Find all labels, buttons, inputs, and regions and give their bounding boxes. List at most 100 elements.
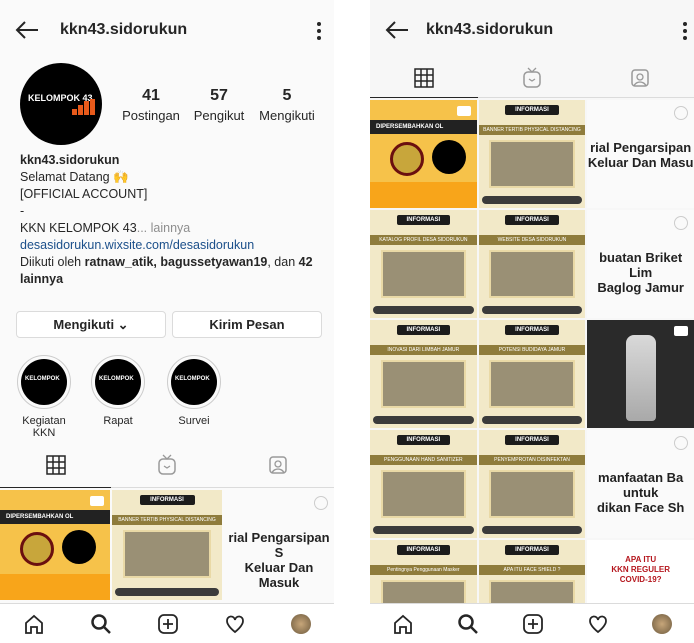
- post-info-header: INFORMASI: [396, 545, 450, 555]
- profile-screen-left: kkn43.sidorukun KELOMPOK 43 41 Postingan…: [0, 0, 334, 643]
- tv-icon: [523, 67, 541, 88]
- post-tile[interactable]: INFORMASI PENYEMPROTAN DISINFEKTAN: [478, 430, 586, 538]
- posts-label: Postingan: [122, 108, 180, 123]
- bottom-nav: [370, 603, 694, 643]
- post-footer-bar: [373, 526, 474, 534]
- bio-more-link[interactable]: ... lainnya: [137, 221, 191, 235]
- post-caption-text: rial Pengarsipan Keluar Dan Masu: [587, 140, 694, 170]
- post-footer-bar: [481, 526, 583, 534]
- post-tile[interactable]: INFORMASI BANNER TERTIB PHYSICAL DISTANCI…: [112, 490, 222, 600]
- stat-posts[interactable]: 41 Postingan: [120, 87, 182, 123]
- post-info-header: INFORMASI: [396, 435, 450, 445]
- post-tile[interactable]: DIPERSEMBAHKAN OL: [370, 100, 477, 208]
- following-button[interactable]: Mengikuti ⌄: [16, 311, 166, 338]
- post-photo: [489, 360, 575, 408]
- post-tile[interactable]: INFORMASI WEBSITE DESA SIDORUKUN: [478, 210, 586, 318]
- profile-avatar-small[interactable]: [652, 613, 673, 634]
- home-icon[interactable]: [392, 613, 414, 635]
- heart-icon[interactable]: [224, 613, 246, 635]
- highlight-ring: KELOMPOK: [91, 355, 145, 409]
- tab-grid[interactable]: [370, 58, 478, 98]
- username-title: kkn43.sidorukun: [60, 21, 188, 38]
- bio-website-link[interactable]: desasidorukun.wixsite.com/desasidorukun: [20, 237, 325, 254]
- tab-igtv[interactable]: [478, 58, 586, 97]
- post-tile[interactable]: INFORMASI INOVASI DARI LIMBAH JAMUR: [370, 320, 477, 428]
- post-photo: [489, 140, 575, 188]
- search-icon[interactable]: [457, 613, 479, 635]
- profile-avatar[interactable]: KELOMPOK 43: [20, 63, 102, 145]
- heart-icon[interactable]: [587, 613, 609, 635]
- add-post-icon[interactable]: [522, 613, 544, 635]
- post-tile[interactable]: INFORMASI KATALOG PROFIL DESA SIDORUKUN: [370, 210, 477, 318]
- post-tile[interactable]: INFORMASI POTENSI BUDIDAYA JAMUR: [478, 320, 586, 428]
- back-arrow-icon[interactable]: [14, 18, 40, 42]
- post-tile[interactable]: DIPERSEMBAHKAN OL: [0, 490, 110, 600]
- post-caption-text: rial Pengarsipan S Keluar Dan Masuk: [228, 530, 330, 590]
- post-info-header: INFORMASI: [396, 215, 450, 225]
- stat-following[interactable]: 5 Mengikuti: [256, 87, 318, 123]
- grid-icon: [414, 67, 434, 88]
- post-footer-bar: [373, 306, 474, 314]
- video-icon: [673, 216, 688, 230]
- post-tile[interactable]: rial Pengarsipan Keluar Dan Masu: [587, 100, 694, 208]
- highlight-kegiatan[interactable]: KELOMPOK Kegiatan KKN: [12, 355, 76, 439]
- search-icon[interactable]: [90, 613, 112, 635]
- profile-avatar-small[interactable]: [291, 613, 312, 634]
- bottom-nav: [0, 603, 334, 643]
- post-tile[interactable]: manfaatan Ba untuk dikan Face Sh: [587, 430, 694, 538]
- following-label: Mengikuti: [259, 108, 315, 123]
- post-tile[interactable]: INFORMASI PENGGUNAAN HAND SANITIZER: [370, 430, 477, 538]
- tab-tagged[interactable]: [223, 443, 334, 487]
- video-play-icon: [90, 496, 104, 506]
- post-photo: [123, 530, 211, 578]
- username-title: kkn43.sidorukun: [426, 21, 554, 38]
- post-footer-bar: [373, 416, 474, 424]
- post-info-title: APA ITU FACE SHIELD ?: [478, 565, 586, 575]
- kelompok-logo-icon: [432, 140, 466, 174]
- stat-followers[interactable]: 57 Pengikut: [190, 87, 248, 123]
- post-caption-text: buatan Briket Lim Baglog Jamur: [597, 250, 684, 295]
- post-footer-bar: [481, 196, 583, 204]
- bio-name: kkn43.sidorukun: [20, 153, 120, 167]
- posts-grid: DIPERSEMBAHKAN OL INFORMASI BANNER TERTIB …: [0, 490, 334, 600]
- bio-line-4-row: KKN KELOMPOK 43... lainnya: [20, 220, 325, 237]
- highlight-ring: KELOMPOK: [17, 355, 71, 409]
- post-caption-text: manfaatan Ba untuk dikan Face Sh: [596, 470, 685, 515]
- tab-grid[interactable]: [0, 443, 112, 488]
- profile-tabs: [370, 58, 694, 98]
- highlight-logo: KELOMPOK: [95, 359, 141, 405]
- message-button[interactable]: Kirim Pesan: [172, 311, 322, 338]
- posts-count: 41: [142, 87, 160, 104]
- post-tile[interactable]: buatan Briket Lim Baglog Jamur: [587, 210, 694, 318]
- home-icon[interactable]: [23, 613, 45, 635]
- highlight-survei[interactable]: KELOMPOK Survei: [162, 355, 226, 427]
- video-play-icon: [673, 326, 688, 336]
- kelompok-logo-icon: [62, 530, 96, 564]
- profile-screen-right: kkn43.sidorukun DIPERSEMBAHKAN OL INFORMA…: [370, 0, 694, 643]
- post-info-header: INFORMASI: [505, 105, 559, 115]
- add-post-icon[interactable]: [157, 613, 179, 635]
- more-options-icon[interactable]: [680, 20, 690, 42]
- post-band-text: DIPERSEMBAHKAN OL: [0, 510, 110, 524]
- post-tile[interactable]: [587, 320, 694, 428]
- post-tile[interactable]: rial Pengarsipan S Keluar Dan Masuk: [224, 490, 334, 600]
- highlight-logo: KELOMPOK: [171, 359, 217, 405]
- tab-tagged[interactable]: [586, 58, 694, 97]
- highlight-rapat[interactable]: KELOMPOK Rapat: [86, 355, 150, 427]
- top-bar: kkn43.sidorukun: [0, 0, 334, 60]
- post-photo: [489, 470, 575, 518]
- bio-line-4: KKN KELOMPOK 43: [20, 221, 137, 235]
- post-info-header: INFORMASI: [505, 325, 559, 335]
- post-band-text: DIPERSEMBAHKAN OL: [370, 120, 477, 134]
- tab-igtv[interactable]: [111, 443, 222, 487]
- emblem-icon: [20, 532, 54, 566]
- post-photo: [380, 360, 466, 408]
- post-info-header: INFORMASI: [505, 545, 559, 555]
- back-arrow-icon[interactable]: [384, 18, 410, 42]
- post-info-title: KATALOG PROFIL DESA SIDORUKUN: [370, 235, 477, 245]
- video-play-icon: [456, 106, 471, 116]
- more-options-icon[interactable]: [314, 20, 324, 42]
- posts-grid: DIPERSEMBAHKAN OL INFORMASI BANNER TERTIB …: [370, 100, 694, 643]
- followed-by[interactable]: Diikuti oleh ratnaw_atik, bagussetyawan1…: [20, 254, 325, 271]
- post-tile[interactable]: INFORMASI BANNER TERTIB PHYSICAL DISTANCI…: [478, 100, 586, 208]
